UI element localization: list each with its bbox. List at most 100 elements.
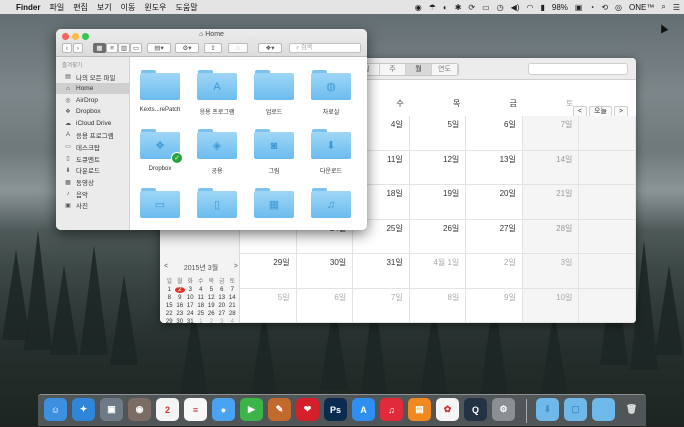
sidebar-item[interactable]: ⌂ Home xyxy=(56,82,129,95)
calendar-day-cell[interactable]: 28일 xyxy=(522,219,580,254)
mini-day[interactable]: 25 xyxy=(196,311,207,317)
wifi-icon[interactable]: ◠ xyxy=(527,3,534,12)
menu-window[interactable]: 윈도우 xyxy=(144,2,166,13)
calendar-day-cell[interactable] xyxy=(579,116,636,151)
lips-dock-icon[interactable]: ❤ xyxy=(296,398,319,421)
calendar-day-cell[interactable]: 5일 xyxy=(240,288,297,323)
music-folder-icon[interactable]: ♫ xyxy=(311,188,351,218)
shared-folder-icon[interactable]: ◈ xyxy=(197,129,237,159)
desktop-folder-icon[interactable]: ▭ xyxy=(140,188,180,218)
ibooks-dock-icon[interactable]: ▤ xyxy=(408,398,431,421)
mini-day[interactable]: 14 xyxy=(227,295,238,301)
mini-day[interactable]: 7 xyxy=(227,287,238,293)
clock-icon[interactable]: ◔ xyxy=(589,3,594,12)
folder-label[interactable]: Kexts...rePatch xyxy=(131,107,189,113)
calendar-day-cell[interactable] xyxy=(579,219,636,254)
photos-dock-icon[interactable]: ✿ xyxy=(436,398,459,421)
appstore-dock-icon[interactable]: A xyxy=(352,398,375,421)
notes-dock-icon[interactable]: ✎ xyxy=(268,398,291,421)
calendar-day-cell[interactable]: 7일 xyxy=(522,116,580,151)
mini-day[interactable]: 20 xyxy=(217,303,228,309)
calendar-day-cell[interactable]: 13일 xyxy=(466,150,523,185)
mini-day[interactable]: 3 xyxy=(185,287,196,293)
calendar-day-cell[interactable]: 29일 xyxy=(240,254,297,289)
tag-button[interactable]: ◌ xyxy=(228,43,248,53)
calendar-day-cell[interactable] xyxy=(579,185,636,220)
calendar-day-cell[interactable]: 20일 xyxy=(466,185,523,220)
menu-help[interactable]: 도움말 xyxy=(175,2,197,13)
sync-icon[interactable]: ⟳ xyxy=(468,3,475,12)
mini-day[interactable]: 5 xyxy=(206,287,217,293)
app-folder-icon[interactable]: A xyxy=(197,70,237,100)
screenshot-dock-icon[interactable]: ◉ xyxy=(128,398,151,421)
notification-center-icon[interactable]: ☰ xyxy=(673,3,680,12)
menu-edit[interactable]: 편집 xyxy=(73,2,88,13)
calendar-day-cell[interactable]: 5일 xyxy=(409,116,467,151)
back-button[interactable]: ‹ xyxy=(62,43,72,53)
mini-day[interactable]: 13 xyxy=(217,295,228,301)
battery-icon[interactable]: ▮ xyxy=(540,3,544,12)
calendar-day-cell[interactable] xyxy=(579,254,636,289)
mini-day[interactable]: 21 xyxy=(227,303,238,309)
mini-prev-button[interactable]: < xyxy=(164,263,168,273)
mini-day[interactable]: 6 xyxy=(217,287,228,293)
mini-day[interactable]: 2 xyxy=(206,319,217,323)
folder-label[interactable]: Dropbox xyxy=(131,166,189,172)
sidebar-item[interactable]: ▯ 도큐멘트 xyxy=(56,153,129,165)
column-view-button[interactable]: ▥ xyxy=(118,43,130,53)
sidebar-item[interactable]: ▣ 사진 xyxy=(56,200,129,212)
mini-day[interactable]: 8 xyxy=(164,295,175,301)
mini-day[interactable]: 3 xyxy=(217,319,228,323)
facetime-dock-icon[interactable]: ▶ xyxy=(240,398,263,421)
mini-day[interactable]: 28 xyxy=(227,311,238,317)
mini-day[interactable]: 22 xyxy=(164,311,175,317)
time-machine-icon[interactable]: ◷ xyxy=(497,3,504,12)
calendar-day-cell[interactable]: 2일 xyxy=(466,254,523,289)
mini-day[interactable]: 29 xyxy=(164,319,175,323)
calendar-day-cell[interactable]: 4월 1일 xyxy=(409,254,467,289)
finder-dock-icon[interactable]: ☺ xyxy=(44,398,67,421)
calendar-day-cell[interactable] xyxy=(579,288,636,323)
calendar-day-cell[interactable]: 7일 xyxy=(353,288,410,323)
tab-month[interactable]: 월 xyxy=(406,64,432,75)
folder-label[interactable]: 응용 프로그램 xyxy=(188,107,246,116)
calendar-day-cell[interactable]: 31일 xyxy=(353,254,410,289)
mini-day[interactable]: 11 xyxy=(196,295,207,301)
folder-label[interactable]: 다운로드 xyxy=(302,166,360,175)
download-folder-icon[interactable]: ⬇ xyxy=(311,129,351,159)
folder-icon[interactable] xyxy=(140,70,180,100)
folder-label[interactable]: 업로드 xyxy=(245,107,303,116)
folder-label[interactable]: 자료실 xyxy=(302,107,360,116)
itunes-dock-icon[interactable]: ♫ xyxy=(380,398,403,421)
mini-day[interactable]: 17 xyxy=(185,303,196,309)
camera-folder-icon[interactable]: ◙ xyxy=(254,129,294,159)
calendar-dock-icon[interactable]: 2 xyxy=(156,398,179,421)
calendar-day-cell[interactable]: 21일 xyxy=(522,185,580,220)
mini-day[interactable]: 15 xyxy=(164,303,175,309)
display-icon[interactable]: ▭ xyxy=(482,3,490,12)
folder-label[interactable]: 공용 xyxy=(188,166,246,175)
calendar-day-cell[interactable]: 9일 xyxy=(466,288,523,323)
photoshop-dock-icon[interactable]: Ps xyxy=(324,398,347,421)
menu-view[interactable]: 보기 xyxy=(97,2,112,13)
user-icon[interactable]: ◎ xyxy=(615,3,622,12)
battery-percent[interactable]: 98% xyxy=(552,3,568,12)
cover-flow-button[interactable]: ▭ xyxy=(130,43,142,53)
sidebar-item[interactable]: ♪ 음악 xyxy=(56,188,129,200)
dropbox-toolbar-button[interactable]: ❖▾ xyxy=(258,43,282,53)
mini-day[interactable]: 1 xyxy=(164,287,175,293)
action-gear-icon[interactable]: ⚙▾ xyxy=(175,43,199,53)
menu-app-name[interactable]: Finder xyxy=(16,3,40,12)
sync-icon-2[interactable]: ⟲ xyxy=(601,3,608,12)
preview-dock-icon[interactable]: ▣ xyxy=(100,398,123,421)
documents-stack-icon[interactable]: ▢ xyxy=(564,398,587,421)
sidebar-item[interactable]: ◎ AirDrop xyxy=(56,94,129,106)
mini-day[interactable]: 23 xyxy=(175,311,186,317)
mini-day[interactable]: 4 xyxy=(196,287,207,293)
calendar-day-cell[interactable]: 6일 xyxy=(296,288,354,323)
mini-day[interactable]: 12 xyxy=(206,295,217,301)
share-button[interactable]: ⇪ xyxy=(204,43,222,53)
menu-go[interactable]: 이동 xyxy=(121,2,136,13)
movie-folder-icon[interactable]: ▦ xyxy=(254,188,294,218)
user-name[interactable]: ONE™ xyxy=(629,3,654,12)
